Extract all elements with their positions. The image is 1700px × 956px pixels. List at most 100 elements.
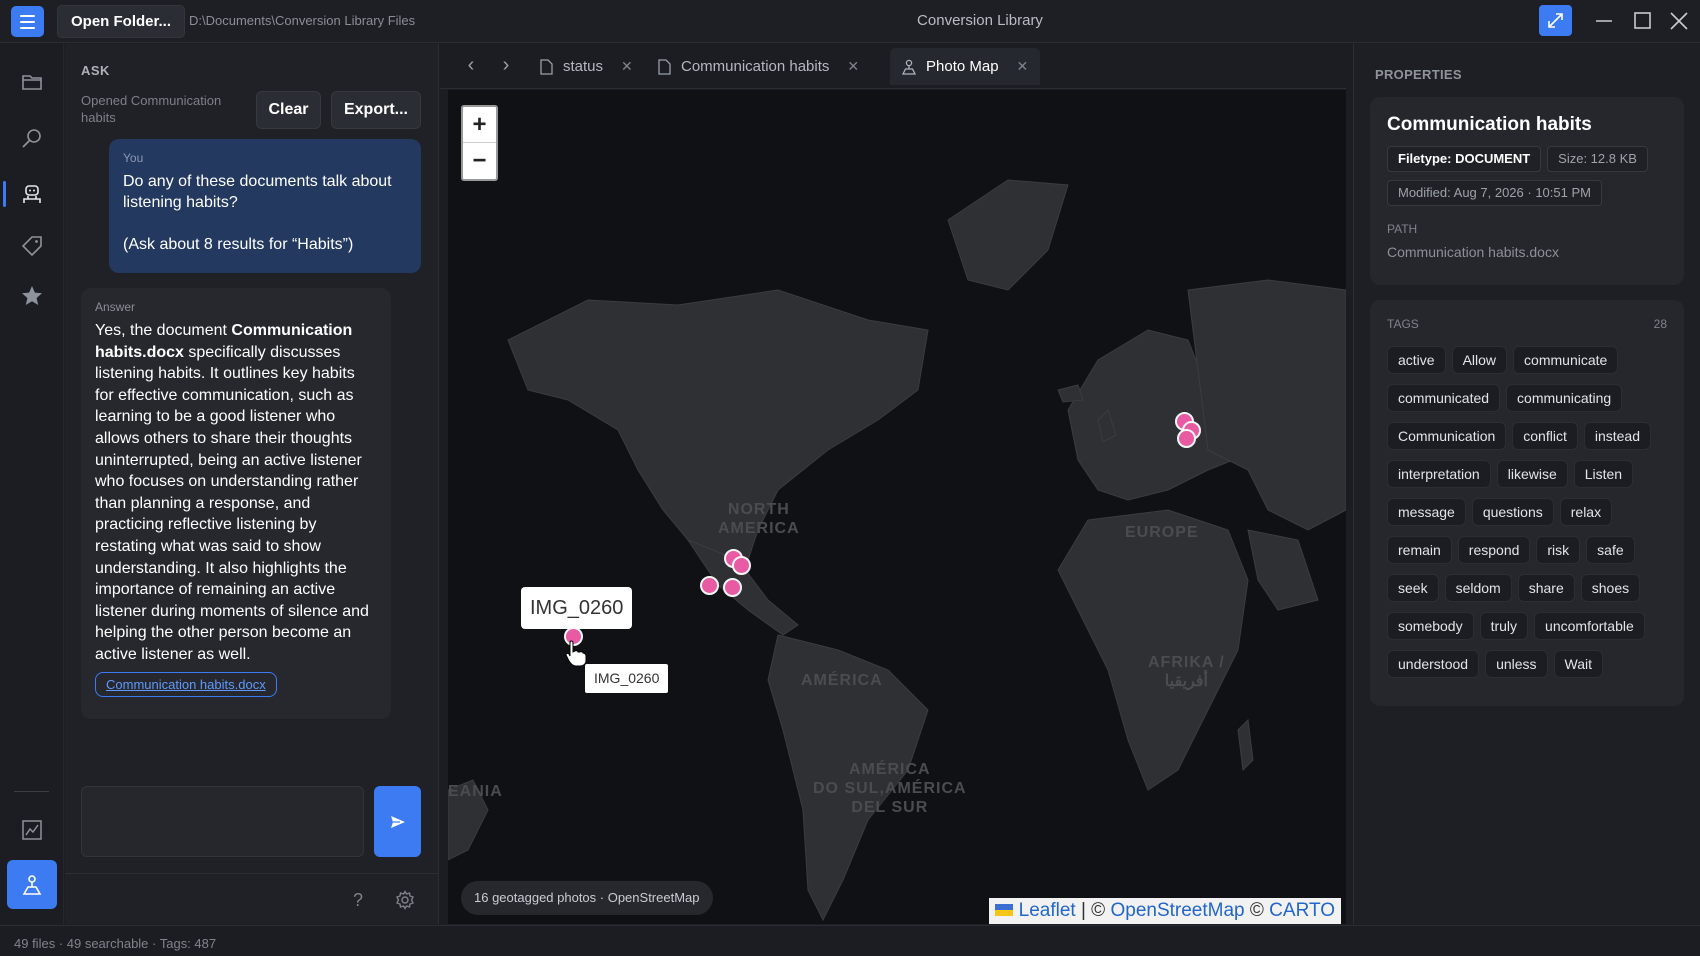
tab-status[interactable]: status ✕ <box>528 48 645 85</box>
answer-prefix: Yes, the document <box>95 322 232 339</box>
file-icon <box>658 58 671 75</box>
tab-close-icon[interactable]: ✕ <box>621 58 633 75</box>
assistant-icon[interactable] <box>16 178 48 210</box>
photo-marker[interactable] <box>732 556 751 575</box>
photo-marker[interactable] <box>723 578 742 597</box>
tab-label: Communication habits <box>681 58 830 75</box>
tab-close-icon[interactable]: ✕ <box>1017 58 1029 75</box>
photo-map-icon[interactable] <box>7 860 57 909</box>
menu-icon[interactable] <box>11 6 44 37</box>
tag-chip[interactable]: shoes <box>1580 574 1641 602</box>
source-link[interactable]: Communication habits.docx <box>95 671 277 697</box>
map-attribution: Leaflet | © OpenStreetMap © CARTO <box>989 898 1341 924</box>
tag-chip[interactable]: Allow <box>1451 346 1508 374</box>
send-button[interactable] <box>374 786 421 857</box>
tags-card: TAGS 28 active Allow communicate communicat… <box>1370 300 1684 706</box>
title-bar: Open Folder... D:\Documents\Conversion L… <box>0 0 1700 43</box>
hover-title: IMG_0260 <box>585 664 669 693</box>
export-button[interactable]: Export... <box>331 91 421 129</box>
photo-marker[interactable] <box>700 576 719 595</box>
tag-chip[interactable]: Listen <box>1573 460 1634 488</box>
maximize-icon[interactable] <box>1629 8 1655 34</box>
tag-chip[interactable]: Communication <box>1387 422 1507 450</box>
leaflet-link[interactable]: Leaflet <box>1019 900 1076 921</box>
tag-chip[interactable]: communicate <box>1513 346 1619 374</box>
zoom-out-button[interactable]: − <box>463 143 496 179</box>
zoom-in-button[interactable]: + <box>463 107 496 143</box>
tag-chip[interactable]: message <box>1387 498 1466 526</box>
osm-link[interactable]: OpenStreetMap <box>1110 900 1244 921</box>
tag-chip[interactable]: instead <box>1583 422 1651 450</box>
tag-chip[interactable]: relax <box>1559 498 1613 526</box>
attribution-separator: © <box>1244 900 1270 921</box>
modified-badge: Modified: Aug 7, 2026 · 10:51 PM <box>1387 180 1602 206</box>
tag-chip[interactable]: communicated <box>1387 384 1501 412</box>
ask-panel: ASK Opened Communication habits Clear Ex… <box>65 44 439 924</box>
photo-map[interactable]: + − NORTH AMERICA EUROPE AFRIKA / أفريقي… <box>448 90 1346 924</box>
tags-count: 28 <box>1653 317 1667 331</box>
tag-chip[interactable]: likewise <box>1496 460 1568 488</box>
tag-chip[interactable]: somebody <box>1387 612 1474 640</box>
tag-chip[interactable]: Wait <box>1553 650 1604 678</box>
minimize-icon[interactable] <box>1591 8 1617 34</box>
zoom-control: + − <box>461 105 498 181</box>
properties-panel: PROPERTIES Communication habits Filetype… <box>1353 44 1700 924</box>
tag-chip[interactable]: conflict <box>1512 422 1578 450</box>
tag-chip[interactable]: remain <box>1387 536 1452 564</box>
tag-chip[interactable]: questions <box>1471 498 1554 526</box>
tab-label: Photo Map <box>926 58 999 75</box>
collapse-panels-icon[interactable] <box>1539 5 1572 36</box>
tag-chip[interactable]: risk <box>1536 536 1581 564</box>
status-text: 49 files · 49 searchable · Tags: 487 <box>14 936 217 951</box>
gear-icon[interactable] <box>395 890 415 915</box>
label-america: AMÉRICA <box>801 672 883 689</box>
answer-label: Answer <box>95 300 136 314</box>
answer-card: Answer Yes, the document Communication h… <box>81 288 391 719</box>
tag-chip[interactable]: understood <box>1387 650 1480 678</box>
star-icon[interactable] <box>16 280 48 312</box>
answer-body: specifically discusses listening habits.… <box>95 343 369 663</box>
search-icon[interactable] <box>16 122 48 154</box>
tag-icon[interactable] <box>16 230 48 262</box>
chart-icon[interactable] <box>16 814 48 846</box>
back-icon[interactable]: ‹ <box>461 55 481 76</box>
tag-chip[interactable]: share <box>1517 574 1575 602</box>
tag-chip[interactable]: interpretation <box>1387 460 1491 488</box>
tag-chip[interactable]: unless <box>1485 650 1548 678</box>
open-folder-button[interactable]: Open Folder... <box>57 5 186 38</box>
tag-chip[interactable]: seldom <box>1444 574 1512 602</box>
tag-chip[interactable]: respond <box>1457 536 1531 564</box>
answer-text: Yes, the document Communication habits.d… <box>95 320 377 666</box>
tag-chip[interactable]: seek <box>1387 574 1439 602</box>
label-africa: AFRIKA / أفريقيا <box>1148 654 1225 690</box>
tag-chip[interactable]: safe <box>1586 536 1635 564</box>
help-icon[interactable]: ? <box>353 890 363 911</box>
rail-divider <box>14 791 49 792</box>
icon-rail <box>0 44 64 924</box>
tab-bar: ‹ › status ✕ Communication habits ✕ Phot… <box>440 44 1346 89</box>
tag-chip[interactable]: active <box>1387 346 1446 374</box>
tag-chip[interactable]: uncomfortable <box>1534 612 1645 640</box>
tab-label: status <box>563 58 604 75</box>
close-icon[interactable] <box>1666 8 1692 34</box>
tab-close-icon[interactable]: ✕ <box>847 58 859 75</box>
ask-input[interactable] <box>81 786 364 857</box>
marker-tooltip: IMG_0260 <box>521 587 633 629</box>
tag-chip[interactable]: truly <box>1479 612 1529 640</box>
folder-path: D:\Documents\Conversion Library Files <box>189 13 416 28</box>
map-pin-icon <box>902 59 916 75</box>
tab-photo-map[interactable]: Photo Map ✕ <box>890 48 1041 85</box>
label-europe: EUROPE <box>1125 524 1199 541</box>
carto-link[interactable]: CARTO <box>1269 900 1335 921</box>
file-path: Communication habits.docx <box>1387 244 1559 260</box>
forward-icon[interactable]: › <box>496 55 516 76</box>
ask-status: Opened Communication habits <box>81 93 222 125</box>
tab-communication-habits[interactable]: Communication habits ✕ <box>646 48 871 85</box>
map-status-chip: 16 geotagged photos · OpenStreetMap <box>461 881 713 915</box>
question-text: Do any of these documents talk about lis… <box>123 173 392 253</box>
send-icon <box>390 815 405 828</box>
clear-button[interactable]: Clear <box>256 91 321 129</box>
folder-icon[interactable] <box>16 66 48 98</box>
photo-marker[interactable] <box>1177 429 1196 448</box>
tag-chip[interactable]: communicating <box>1506 384 1623 412</box>
